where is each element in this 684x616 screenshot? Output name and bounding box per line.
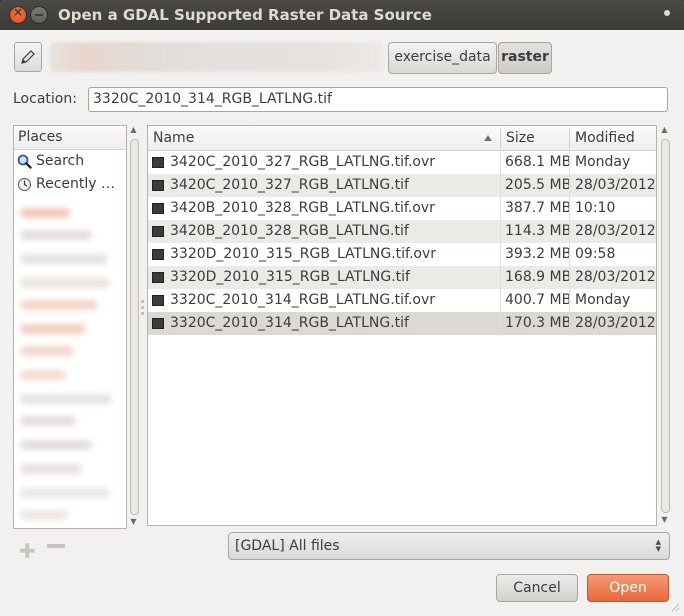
path-crumb-exercise-data[interactable]: exercise_data — [388, 42, 497, 74]
places-item-recent[interactable]: Recently … — [14, 173, 126, 196]
file-size: 387.7 MB — [505, 200, 572, 216]
column-divider — [500, 150, 501, 336]
title-bar: × Open a GDAL Supported Raster Data Sour… — [0, 0, 684, 30]
places-item-label: Recently … — [36, 176, 116, 192]
sort-ascending-icon — [484, 135, 492, 141]
file-type-filter-value: [GDAL] All files — [235, 538, 340, 554]
file-modified: 10:10 — [575, 200, 616, 216]
column-divider — [569, 150, 570, 336]
file-name: 3320D_2010_315_RGB_LATLNG.tif.ovr — [170, 246, 437, 262]
places-scrollbar-thumb[interactable] — [130, 139, 139, 515]
places-obscured-bookmarks — [16, 198, 120, 528]
file-row[interactable]: 3420B_2010_328_RGB_LATLNG.tif 114.3 MB 2… — [148, 220, 656, 243]
file-modified: 28/03/2012 — [575, 315, 656, 331]
raster-file-icon — [152, 203, 164, 214]
scroll-up-icon[interactable]: ▲ — [659, 125, 670, 134]
file-list-header: Name Size Modified — [148, 126, 656, 151]
file-row[interactable]: 3420C_2010_327_RGB_LATLNG.tif.ovr 668.1 … — [148, 151, 656, 174]
file-name: 3320C_2010_314_RGB_LATLNG.tif.ovr — [170, 292, 436, 308]
search-icon — [17, 154, 32, 169]
pencil-icon — [21, 50, 35, 64]
file-row[interactable]: 3420B_2010_328_RGB_LATLNG.tif.ovr 387.7 … — [148, 197, 656, 220]
raster-file-icon — [152, 157, 164, 168]
raster-file-icon — [152, 295, 164, 306]
file-row-selected[interactable]: 3320C_2010_314_RGB_LATLNG.tif 170.3 MB 2… — [148, 312, 656, 335]
scroll-down-icon[interactable]: ▼ — [128, 517, 139, 526]
places-header[interactable]: Places — [14, 126, 126, 150]
file-row[interactable]: 3320D_2010_315_RGB_LATLNG.tif 168.9 MB 2… — [148, 266, 656, 289]
file-name: 3420B_2010_328_RGB_LATLNG.tif.ovr — [170, 200, 435, 216]
file-modified: 09:58 — [575, 246, 616, 262]
file-name: 3320C_2010_314_RGB_LATLNG.tif — [170, 315, 409, 331]
file-size: 114.3 MB — [505, 223, 572, 239]
raster-file-icon — [152, 249, 164, 260]
file-list-scrollbar-thumb[interactable] — [661, 139, 670, 513]
minimize-icon — [35, 14, 43, 16]
open-button[interactable]: Open — [587, 574, 669, 602]
file-size: 668.1 MB — [505, 154, 572, 170]
remove-bookmark-icon[interactable] — [47, 544, 65, 548]
file-type-filter-select[interactable]: [GDAL] All files ▲ ▼ — [228, 532, 670, 560]
file-name: 3320D_2010_315_RGB_LATLNG.tif — [170, 269, 410, 285]
file-modified: 28/03/2012 — [575, 269, 656, 285]
file-size: 168.9 MB — [505, 269, 572, 285]
places-item-search[interactable]: Search — [14, 150, 126, 173]
minimize-window-button[interactable] — [30, 6, 48, 24]
file-modified: 28/03/2012 — [575, 223, 656, 239]
file-row[interactable]: 3420C_2010_327_RGB_LATLNG.tif 205.5 MB 2… — [148, 174, 656, 197]
column-header-size[interactable]: Size — [501, 126, 569, 150]
file-name: 3420C_2010_327_RGB_LATLNG.tif — [170, 177, 409, 193]
column-header-size-label: Size — [506, 130, 535, 146]
file-row[interactable]: 3320D_2010_315_RGB_LATLNG.tif.ovr 393.2 … — [148, 243, 656, 266]
column-header-name[interactable]: Name — [148, 126, 500, 150]
type-location-toggle-button[interactable] — [14, 42, 42, 72]
file-modified: Monday — [575, 154, 631, 170]
select-updown-icon: ▲ ▼ — [655, 538, 661, 553]
file-size: 170.3 MB — [505, 315, 572, 331]
close-window-button[interactable]: × — [9, 5, 27, 24]
recent-clock-icon — [17, 177, 32, 192]
cancel-button[interactable]: Cancel — [496, 574, 578, 602]
close-icon: × — [12, 5, 24, 19]
file-list-scrollbar[interactable]: ▲ ▼ — [659, 125, 670, 527]
places-scrollbar[interactable]: ▲ ▼ — [128, 125, 139, 529]
raster-file-icon — [152, 318, 164, 329]
column-header-name-label: Name — [153, 130, 195, 146]
places-item-label: Search — [36, 153, 85, 169]
column-header-modified[interactable]: Modified — [570, 126, 656, 150]
places-pane: Places Search Recently … — [13, 125, 127, 529]
location-input[interactable]: 3320C_2010_314_RGB_LATLNG.tif — [88, 87, 668, 112]
path-crumb-raster[interactable]: raster — [498, 42, 552, 74]
file-name: 3420B_2010_328_RGB_LATLNG.tif — [170, 223, 409, 239]
raster-file-icon — [152, 272, 164, 283]
scroll-up-icon[interactable]: ▲ — [128, 125, 139, 134]
file-size: 205.5 MB — [505, 177, 572, 193]
raster-file-icon — [152, 180, 164, 191]
window-title: Open a GDAL Supported Raster Data Source — [58, 6, 432, 24]
scroll-down-icon[interactable]: ▼ — [659, 515, 670, 524]
file-size: 400.7 MB — [505, 292, 572, 308]
file-modified: 28/03/2012 — [575, 177, 656, 193]
resize-grip-icon[interactable] — [670, 602, 680, 612]
file-row[interactable]: 3320C_2010_314_RGB_LATLNG.tif.ovr 400.7 … — [148, 289, 656, 312]
file-dialog-window: × Open a GDAL Supported Raster Data Sour… — [0, 0, 684, 616]
file-list: Name Size Modified 3420C_2010_327_RGB_LA… — [147, 125, 657, 526]
file-size: 393.2 MB — [505, 246, 572, 262]
pane-splitter[interactable] — [141, 300, 144, 340]
location-label: Location: — [13, 91, 77, 107]
column-header-modified-label: Modified — [575, 130, 635, 146]
path-bar-obscured-segments — [50, 42, 384, 72]
window-menu-icon[interactable] — [664, 10, 670, 16]
raster-file-icon — [152, 226, 164, 237]
file-name: 3420C_2010_327_RGB_LATLNG.tif.ovr — [170, 154, 436, 170]
add-bookmark-icon[interactable]: ✚ — [19, 539, 36, 563]
file-modified: Monday — [575, 292, 631, 308]
